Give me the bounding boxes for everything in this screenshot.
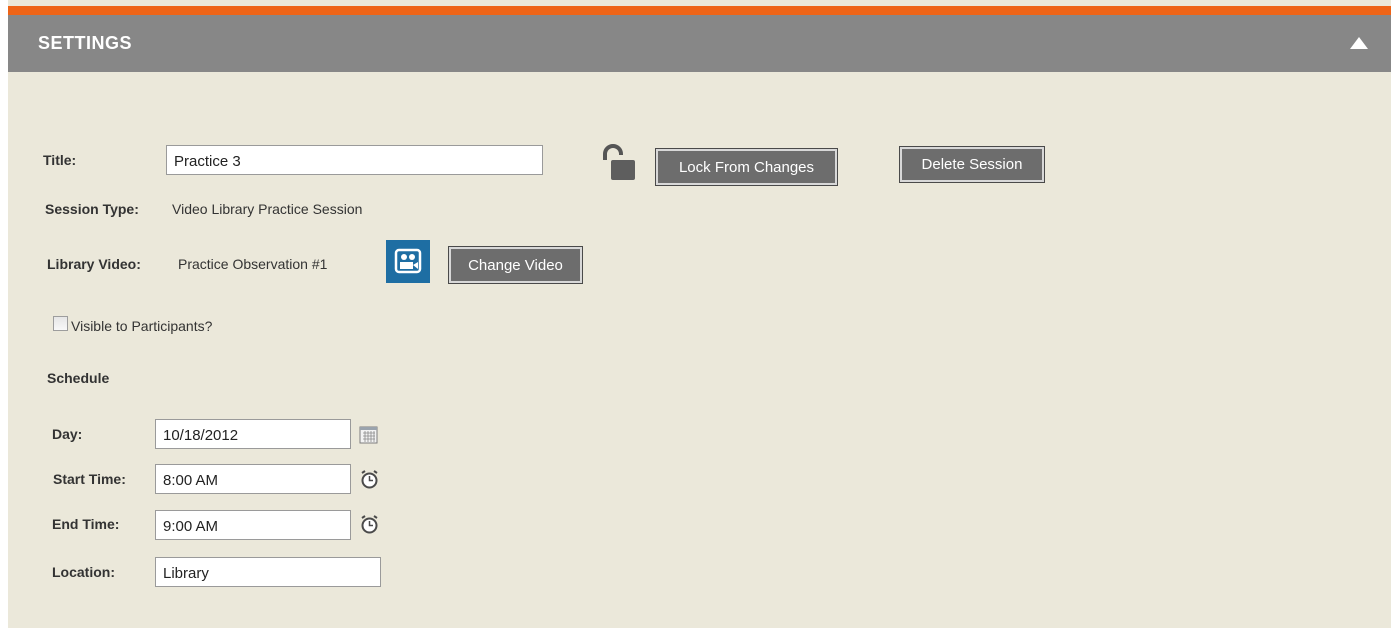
library-video-value: Practice Observation #1 — [178, 256, 328, 272]
schedule-heading: Schedule — [47, 370, 110, 386]
session-type-value: Video Library Practice Session — [172, 201, 363, 217]
title-label: Title: — [43, 152, 77, 168]
start-time-input[interactable] — [155, 464, 351, 494]
end-time-input[interactable] — [155, 510, 351, 540]
library-video-label: Library Video: — [47, 256, 141, 272]
end-time-label: End Time: — [52, 516, 120, 532]
session-type-label: Session Type: — [45, 201, 139, 217]
title-input[interactable] — [166, 145, 543, 175]
delete-session-button[interactable]: Delete Session — [899, 146, 1045, 183]
location-label: Location: — [52, 564, 115, 580]
alarm-clock-icon[interactable] — [359, 514, 380, 540]
change-video-button[interactable]: Change Video — [448, 246, 583, 284]
start-time-label: Start Time: — [53, 471, 126, 487]
section-title: SETTINGS — [38, 33, 133, 53]
day-input[interactable] — [155, 419, 351, 449]
settings-panel: SETTINGS Title: Lock From Changes Delete… — [8, 0, 1391, 628]
alarm-clock-icon[interactable] — [359, 469, 380, 495]
unlocked-padlock-icon — [599, 142, 639, 187]
accent-bar — [8, 6, 1391, 15]
location-input[interactable] — [155, 557, 381, 587]
calendar-icon[interactable] — [359, 425, 378, 449]
day-label: Day: — [52, 426, 83, 442]
video-camera-icon[interactable] — [386, 240, 430, 283]
lock-from-changes-button[interactable]: Lock From Changes — [655, 148, 838, 186]
collapse-triangle-icon[interactable] — [1349, 35, 1369, 51]
visible-to-participants-checkbox[interactable] — [53, 316, 68, 331]
settings-header[interactable]: SETTINGS — [8, 15, 1391, 72]
visible-to-participants-label: Visible to Participants? — [71, 318, 213, 334]
